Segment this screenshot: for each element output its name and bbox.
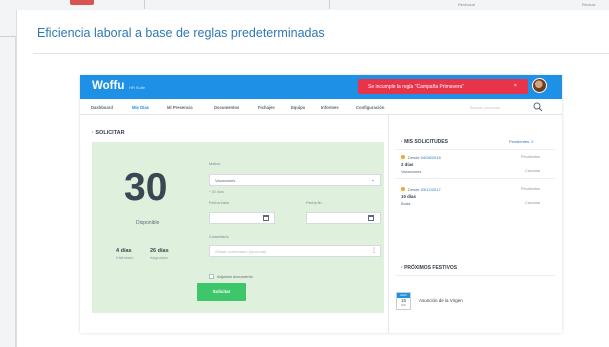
calendar-icon[interactable] bbox=[368, 215, 374, 221]
nav-item-dashboard[interactable]: Dashboard bbox=[91, 105, 113, 110]
rule-alert-banner[interactable]: Se incumple la regla "Campaña Primavera"… bbox=[358, 79, 528, 94]
left-gutter bbox=[0, 36, 16, 347]
nav-item-fichajes[interactable]: Fichajes bbox=[258, 105, 275, 110]
sidebar-panel: · MIS SOLICITUDES Pendientes: 2 Desde 04… bbox=[389, 115, 562, 333]
comentario-field[interactable]: Añadir comentario (opcional) ⋮ bbox=[209, 245, 381, 257]
request-1-cancel[interactable]: Cancelar bbox=[525, 169, 540, 173]
solicitar-title: · SOLICITAR bbox=[92, 130, 125, 136]
strip-red-marker bbox=[70, 0, 94, 5]
divider bbox=[395, 275, 555, 276]
nav-item-documentos[interactable]: Documentos bbox=[214, 105, 239, 110]
available-label: Disponible bbox=[136, 220, 160, 226]
stat-used-value: 4 días bbox=[116, 248, 132, 254]
scrollbar-handle[interactable]: ⋮ bbox=[371, 247, 377, 254]
stat-assigned-value: 26 días bbox=[150, 248, 169, 254]
nav-item-mis-dias[interactable]: Mis Días bbox=[132, 105, 149, 110]
motivo-value: Vacaciones bbox=[215, 178, 236, 183]
strip-cell bbox=[145, 0, 330, 9]
request-2-type: Boda bbox=[401, 201, 411, 206]
logo-subtitle: HR Suite bbox=[129, 85, 146, 90]
holiday-weekday: MIE bbox=[401, 303, 406, 307]
request-2-status: Pendientes bbox=[521, 187, 540, 191]
fecha-fin-label: Fecha fin bbox=[306, 201, 322, 205]
nav-item-informes[interactable]: Informes bbox=[321, 105, 339, 110]
chevron-down-icon: ⌄ bbox=[370, 177, 375, 183]
request-1-date: Desde 04/08/2018 bbox=[408, 155, 441, 160]
search-input[interactable]: Buscar personas bbox=[470, 105, 500, 110]
nav-item-equipo[interactable]: Equipo bbox=[291, 105, 305, 110]
search-icon[interactable] bbox=[533, 102, 543, 112]
request-2-date: Desde 03/12/2017 bbox=[408, 187, 441, 192]
comentario-placeholder: Añadir comentario (opcional) bbox=[215, 249, 267, 254]
request-1-duration: 2 días bbox=[401, 162, 414, 167]
motivo-select[interactable]: Vacaciones ⌄ bbox=[209, 174, 381, 186]
pending-count-link[interactable]: Pendientes: 2 bbox=[509, 139, 533, 144]
alert-text: Se incumple la regla "Campaña Primavera" bbox=[368, 84, 465, 90]
main-nav: Dashboard Mis Días Mi Presencia Document… bbox=[80, 99, 562, 115]
strip-cell: Rechazar Rechaz bbox=[330, 0, 609, 9]
holiday-calendar-icon: AGO 15 MIE bbox=[396, 292, 411, 310]
stat-assigned-label: Asignados bbox=[150, 256, 168, 260]
proximos-festivos-title: · PRÓXIMOS FESTIVOS bbox=[401, 265, 458, 271]
app-header: Woffu HR Suite Se incumple la regla "Cam… bbox=[80, 75, 562, 99]
pending-status-icon bbox=[401, 155, 405, 159]
nav-item-configuracion[interactable]: Configuración bbox=[356, 105, 384, 110]
request-2-cancel[interactable]: Cancelar bbox=[525, 201, 540, 205]
close-icon[interactable]: × bbox=[514, 83, 517, 89]
background-strip: Rechazar Rechaz bbox=[0, 0, 609, 10]
avatar[interactable] bbox=[532, 78, 547, 93]
app-window: Woffu HR Suite Se incumple la regla "Cam… bbox=[80, 75, 562, 333]
request-1-type: Vacaciones bbox=[401, 169, 422, 174]
comentario-label: Comentario bbox=[209, 235, 229, 239]
request-1-status: Pendientes bbox=[521, 155, 540, 159]
stat-used-label: Disfrutado bbox=[116, 256, 134, 260]
fecha-inicio-field[interactable] bbox=[209, 212, 275, 224]
adjuntar-checkbox[interactable] bbox=[209, 274, 214, 279]
motivo-hint: * 30 días bbox=[209, 190, 224, 194]
mis-solicitudes-title: · MIS SOLICITUDES bbox=[401, 139, 448, 145]
strip-label-right: Rechaz bbox=[582, 2, 596, 7]
strip-label-left: Rechazar bbox=[458, 2, 476, 7]
strip-cell bbox=[0, 0, 145, 9]
solicitar-button[interactable]: Solicitar bbox=[197, 283, 246, 301]
calendar-icon[interactable] bbox=[263, 215, 269, 221]
fecha-fin-field[interactable] bbox=[306, 212, 381, 224]
fecha-inicio-label: Fecha inicio bbox=[209, 201, 230, 205]
nav-item-mi-presencia[interactable]: Mi Presencia bbox=[167, 105, 193, 110]
card-divider bbox=[33, 53, 609, 54]
woffu-logo[interactable]: Woffu bbox=[92, 80, 124, 92]
divider bbox=[395, 149, 555, 150]
request-2-duration: 10 días bbox=[401, 194, 416, 199]
holiday-name: Asunción de la Virgen bbox=[419, 298, 463, 303]
motivo-label: Motivo bbox=[209, 162, 221, 166]
divider bbox=[395, 178, 555, 179]
available-days: 30 bbox=[124, 166, 168, 209]
pending-status-icon bbox=[401, 187, 405, 191]
solicitar-panel: · SOLICITAR 30 Disponible 4 días Disfrut… bbox=[80, 115, 389, 333]
adjuntar-label: Adjuntar documento bbox=[217, 274, 253, 279]
card-title: Eficiencia laboral a base de reglas pred… bbox=[37, 26, 325, 40]
